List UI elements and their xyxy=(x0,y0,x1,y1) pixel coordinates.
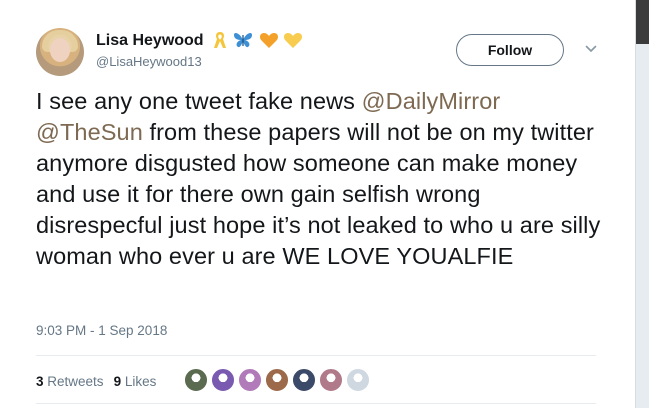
tweet-stats: 3 Retweets 9 Likes xyxy=(36,366,166,396)
retweets-count: 3 xyxy=(36,373,44,389)
liker-avatar[interactable] xyxy=(238,368,262,392)
tweet-card: Lisa Heywood @LisaHeywood13 Follow I see… xyxy=(0,0,620,408)
mention-thesun[interactable]: @TheSun xyxy=(36,119,143,145)
liker-avatar[interactable] xyxy=(346,368,370,392)
yellow-heart-icon xyxy=(284,32,303,48)
tweet-timestamp[interactable]: 9:03 PM - 1 Sep 2018 xyxy=(36,323,167,338)
avatar-face xyxy=(50,38,70,62)
liker-avatars xyxy=(184,366,373,394)
likes-count: 9 xyxy=(113,373,122,389)
likes-stat[interactable]: 9 Likes xyxy=(114,374,157,389)
tweet-header: Lisa Heywood @LisaHeywood13 Follow xyxy=(36,24,606,80)
author-display-name[interactable]: Lisa Heywood xyxy=(96,32,204,50)
liker-avatar[interactable] xyxy=(319,368,343,392)
divider xyxy=(36,403,596,404)
divider xyxy=(36,355,596,356)
chevron-down-icon[interactable] xyxy=(584,42,598,56)
liker-avatar[interactable] xyxy=(292,368,316,392)
yellow-ribbon-icon xyxy=(214,32,227,48)
retweets-stat[interactable]: 3 Retweets xyxy=(36,374,104,389)
avatar[interactable] xyxy=(36,28,84,76)
follow-button[interactable]: Follow xyxy=(456,34,564,66)
butterfly-icon xyxy=(234,32,253,48)
tweet-text: I see any one tweet fake news @DailyMirr… xyxy=(36,86,606,272)
retweets-label: Retweets xyxy=(47,373,104,389)
liker-avatar[interactable] xyxy=(211,368,235,392)
liker-avatar[interactable] xyxy=(184,368,208,392)
likes-label: Likes xyxy=(124,373,157,389)
orange-heart-icon xyxy=(259,32,278,48)
background-panel xyxy=(635,0,649,408)
author-block[interactable]: Lisa Heywood @LisaHeywood13 xyxy=(96,30,303,69)
liker-avatar[interactable] xyxy=(265,368,289,392)
mention-dailymirror[interactable]: @DailyMirror xyxy=(362,88,501,114)
background-dark-strip xyxy=(636,0,649,44)
tweet-text-part: I see any one tweet fake news xyxy=(36,88,362,114)
name-emojis xyxy=(212,30,303,52)
author-handle[interactable]: @LisaHeywood13 xyxy=(96,54,303,69)
